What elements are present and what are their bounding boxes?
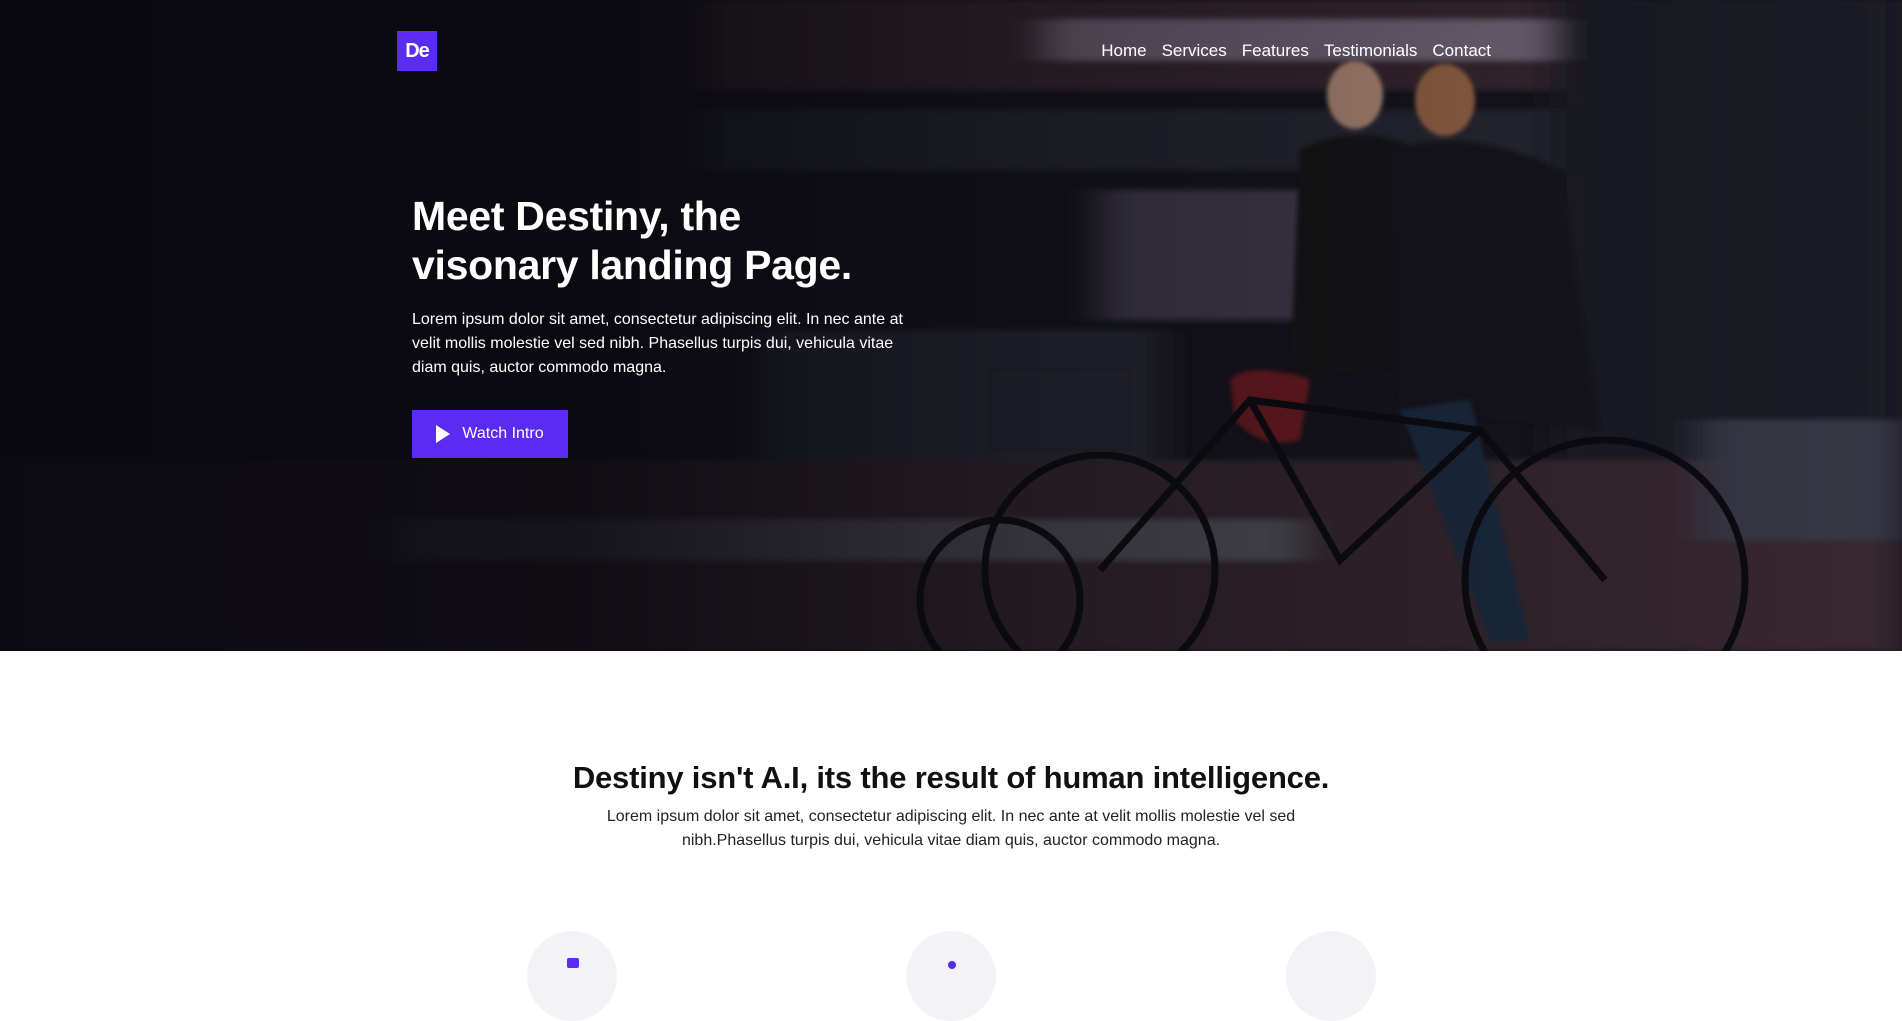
nav-link-features[interactable]: Features (1242, 41, 1309, 61)
feature-icon-circle-2 (906, 931, 996, 1021)
logo[interactable]: De (397, 31, 437, 71)
hero-description: Lorem ipsum dolor sit amet, consectetur … (412, 311, 903, 376)
hero-overlay (0, 0, 1902, 651)
top-navbar: De Home Services Features Testimonials C… (397, 31, 1491, 71)
watch-intro-label: Watch Intro (462, 425, 544, 442)
intro-title: Destiny isn't A.I, its the result of hum… (572, 760, 1330, 795)
hero-title: Meet Destiny, the visonary landing Page. (412, 192, 932, 290)
feature-icon-circle-3 (1286, 931, 1376, 1021)
hero-content: Meet Destiny, the visonary landing Page.… (412, 192, 932, 458)
hero-title-line2: visonary landing Page. (412, 242, 852, 288)
intro-description: Lorem ipsum dolor sit amet, consectetur … (606, 808, 1296, 849)
feature-icon (567, 958, 579, 968)
nav-link-services[interactable]: Services (1162, 41, 1227, 61)
nav-link-home[interactable]: Home (1101, 41, 1146, 61)
feature-icon (948, 961, 956, 969)
hero-title-line1: Meet Destiny, the (412, 193, 742, 239)
nav-link-contact[interactable]: Contact (1432, 41, 1491, 61)
intro-section: Destiny isn't A.I, its the result of hum… (0, 651, 1902, 1021)
feature-icon-circle-1 (527, 931, 617, 1021)
hero-section: De Home Services Features Testimonials C… (0, 0, 1902, 651)
watch-intro-button[interactable]: Watch Intro (412, 410, 568, 458)
play-icon (436, 425, 451, 443)
nav-link-testimonials[interactable]: Testimonials (1324, 41, 1418, 61)
nav-menu: Home Services Features Testimonials Cont… (1086, 41, 1491, 61)
